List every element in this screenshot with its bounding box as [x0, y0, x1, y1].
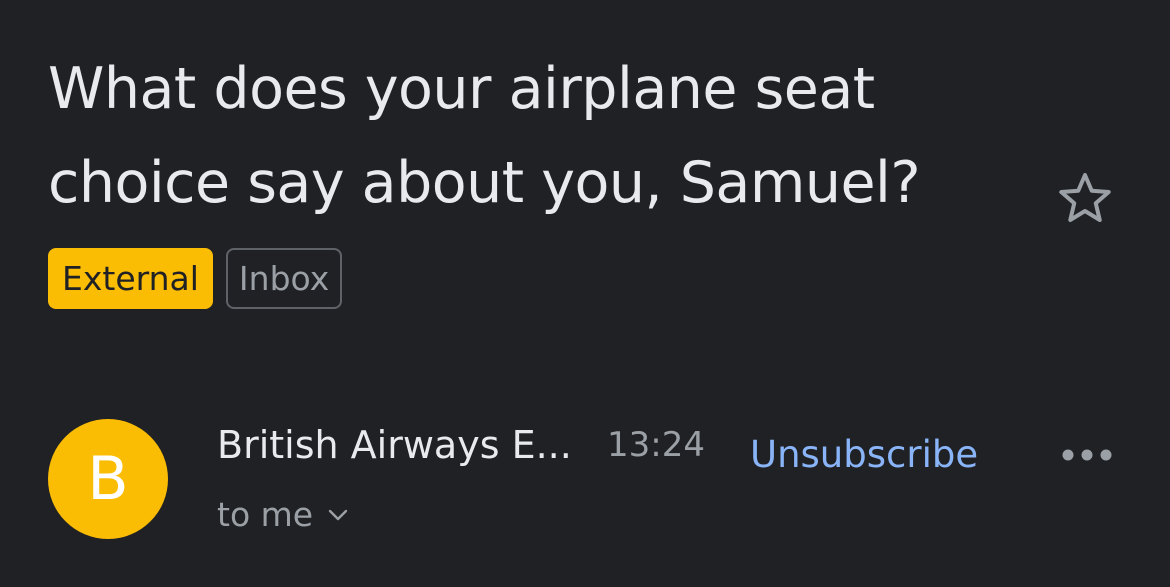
- email-subject: What does your airplane seat choice say …: [48, 56, 921, 216]
- more-options-button[interactable]: [1052, 430, 1122, 480]
- star-button[interactable]: [1050, 166, 1120, 230]
- chevron-down-icon: [328, 509, 348, 521]
- recipient-details-toggle[interactable]: to me: [217, 490, 349, 540]
- recipient-label: to me: [217, 495, 314, 534]
- email-time: 13:24: [607, 425, 705, 465]
- star-outline-icon: [1059, 173, 1111, 222]
- external-label: External: [48, 248, 213, 309]
- more-horizontal-icon: [1062, 449, 1112, 461]
- email-view: What does your airplane seat choice say …: [0, 0, 1170, 587]
- inbox-label[interactable]: Inbox: [225, 248, 343, 309]
- sender-avatar[interactable]: B: [48, 419, 168, 539]
- label-list: External Inbox: [48, 248, 343, 309]
- unsubscribe-button[interactable]: Unsubscribe: [750, 430, 978, 480]
- sender-name[interactable]: British Airways E...: [217, 420, 572, 470]
